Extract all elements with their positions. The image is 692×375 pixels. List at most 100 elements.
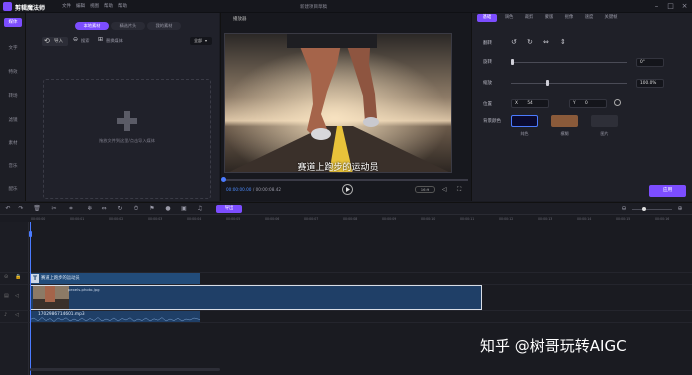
search-tool[interactable]: 搜索 [81, 38, 89, 44]
sidebar-item-text[interactable]: 文字 [0, 45, 26, 51]
playback-progress-track[interactable] [224, 179, 468, 181]
position-y-input[interactable]: Y 0 [569, 99, 607, 108]
redo-icon[interactable]: ↷ [17, 205, 25, 213]
sidebar-item-filter[interactable]: 滤镜 [0, 117, 26, 123]
play-icon [346, 187, 350, 192]
window-title: 新建项目草稿 [300, 4, 327, 10]
timeline-ruler[interactable] [30, 215, 692, 222]
text-track-icon: ⊝ [4, 274, 9, 280]
flip-vertical-icon[interactable]: ⇕ [560, 38, 566, 46]
tab-keyframe[interactable]: 关键帧 [600, 14, 622, 22]
sidebar-item-transition[interactable]: 转场 [0, 93, 26, 99]
speed-tool-icon[interactable]: ⏱ [132, 205, 140, 213]
sidebar-item-effects[interactable]: 特效 [0, 69, 26, 75]
scale-slider[interactable] [511, 83, 627, 84]
tab-intro-clips[interactable]: 精选片头 [111, 22, 145, 30]
video-caption: 赛道上跑步的运动员 [297, 163, 379, 173]
tab-basic[interactable]: 基础 [477, 14, 497, 22]
player-title: 播放器 [233, 17, 247, 22]
menu-view[interactable]: 视图 [90, 3, 99, 9]
audio-clip[interactable]: 1702986714601.mp3 [30, 311, 200, 322]
rotate-left-icon[interactable]: ↺ [511, 38, 517, 46]
sidebar-item-assets[interactable]: 素材 [0, 140, 26, 146]
marker-icon[interactable]: ⚑ [148, 205, 156, 213]
record-icon[interactable]: ● [164, 205, 172, 213]
rotate-slider-knob[interactable] [511, 59, 514, 65]
tab-mask[interactable]: 蒙版 [540, 14, 558, 22]
sidebar [0, 13, 26, 201]
freeze-icon[interactable]: ❄ [86, 205, 94, 213]
ruler-tick: 00:00:15 [616, 217, 631, 221]
menu-help-2[interactable]: 帮助 [118, 3, 127, 9]
swatch-blur-label: 模糊 [560, 131, 569, 136]
playhead-handle[interactable] [29, 231, 32, 237]
tab-local-media[interactable]: 本地素材 [75, 22, 109, 30]
video-preview[interactable] [224, 33, 452, 173]
playback-progress-knob[interactable] [221, 177, 226, 182]
x-value: 54 [527, 101, 533, 106]
split-icon[interactable]: ✂ [50, 205, 58, 213]
video-clip-label: pexels-photo.jpg [68, 287, 100, 292]
tab-color[interactable]: 调色 [500, 14, 518, 22]
aspect-ratio-select[interactable]: 16:9 [415, 186, 435, 193]
swatch-image-label: 图片 [600, 131, 609, 136]
delete-icon[interactable]: 🗑 [33, 205, 41, 213]
replace-media-tool[interactable]: 替换媒体 [106, 38, 123, 44]
menu-help[interactable]: 帮助 [104, 3, 113, 9]
maximize-icon[interactable]: □ [666, 2, 675, 11]
ruler-tick: 00:00:05 [226, 217, 241, 221]
rotate-right-icon[interactable]: ↻ [527, 38, 533, 46]
rotate-tool-icon[interactable]: ↻ [116, 205, 124, 213]
audio-mute-icon[interactable]: ◁ [15, 312, 19, 318]
tab-chroma[interactable]: 抠像 [560, 14, 578, 22]
flip-horizontal-icon[interactable]: ⇔ [543, 38, 549, 46]
scale-input[interactable]: 100.0% [636, 79, 664, 88]
export-button[interactable]: 导出 [216, 205, 242, 213]
video-track-icon: ▤ [4, 293, 9, 299]
swatch-solid-label: 纯色 [520, 131, 529, 136]
crop-icon[interactable]: ⌗ [67, 205, 75, 213]
volume-icon[interactable]: ◁ [442, 186, 447, 193]
voice-icon[interactable]: ♫ [196, 205, 204, 213]
filter-select[interactable]: 全部 ▾ [190, 37, 212, 45]
mirror-icon[interactable]: ⇔ [100, 205, 108, 213]
lock-icon[interactable]: 🔒 [15, 274, 21, 280]
zoom-in-icon[interactable]: ⊕ [676, 205, 684, 213]
menu-edit[interactable]: 编辑 [76, 3, 85, 9]
sidebar-item-music[interactable]: 音乐 [0, 163, 26, 169]
reset-position-icon[interactable] [614, 99, 621, 106]
zoom-out-icon[interactable]: ⊖ [620, 205, 628, 213]
import-icon: ⟲ [44, 37, 50, 45]
add-media-icon[interactable] [117, 111, 137, 131]
swatch-blur[interactable] [551, 115, 578, 127]
zoom-slider-knob[interactable] [642, 207, 646, 211]
text-clip[interactable]: T 赛道上跑步的运动员 [30, 273, 200, 284]
tab-crop[interactable]: 裁剪 [520, 14, 538, 22]
fullscreen-icon[interactable]: ⛶ [457, 186, 461, 194]
sidebar-item-media[interactable]: 媒体 [4, 18, 22, 27]
flip-label: 翻转 [483, 41, 492, 46]
position-x-input[interactable]: X 54 [511, 99, 549, 108]
tab-my-media[interactable]: 我的素材 [147, 22, 181, 30]
scale-slider-knob[interactable] [545, 80, 549, 86]
playhead[interactable] [30, 222, 31, 375]
rotate-slider[interactable] [511, 62, 627, 63]
minimize-icon[interactable]: – [652, 2, 661, 11]
undo-icon[interactable]: ↶ [4, 205, 12, 213]
replace-icon[interactable]: ⊞ [98, 36, 103, 43]
close-icon[interactable]: × [680, 2, 689, 11]
menu-file[interactable]: 文件 [62, 3, 71, 9]
rotate-input[interactable]: 0° [636, 58, 664, 67]
apply-button[interactable]: 应用 [649, 185, 686, 197]
sidebar-item-soundtrack[interactable]: 配乐 [0, 186, 26, 192]
swatch-image[interactable] [591, 115, 618, 127]
search-icon[interactable]: ⊖ [73, 36, 78, 43]
import-button[interactable]: ⟲ 导入 [42, 37, 68, 46]
zoom-slider[interactable] [632, 209, 672, 210]
timeline-scrollbar[interactable] [30, 368, 220, 371]
play-button[interactable] [342, 184, 353, 195]
snapshot-icon[interactable]: ▣ [180, 205, 188, 213]
mute-icon[interactable]: ◁ [15, 293, 19, 299]
swatch-solid[interactable] [511, 115, 538, 127]
tab-speed[interactable]: 速度 [580, 14, 598, 22]
